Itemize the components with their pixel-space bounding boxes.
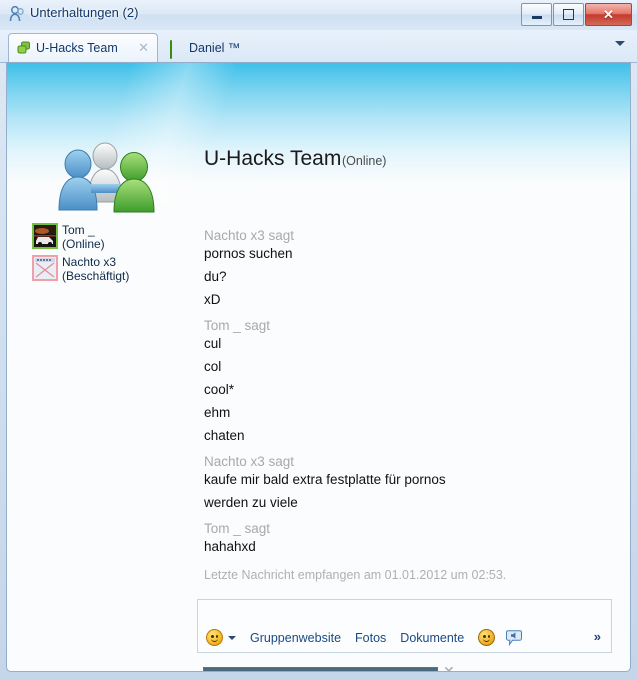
participant-display-name: Nachto x3: [62, 255, 117, 269]
message-text: werden zu viele: [204, 495, 298, 510]
smiley-icon[interactable]: [206, 629, 223, 646]
message-text: chaten: [204, 428, 245, 443]
advertisement-popup[interactable]: Linda eDarling Heute Linda ✕: [203, 667, 438, 672]
toolbar-row: Gruppenwebsite Fotos Dokumente: [206, 629, 523, 646]
restore-button[interactable]: [553, 3, 584, 26]
message-text: kaufe mir bald extra festplatte für porn…: [204, 472, 446, 487]
chevron-down-icon[interactable]: [615, 41, 625, 46]
message-list: Nachto x3 sagt pornos suchen du? xD Tom …: [204, 228, 614, 582]
shaking-emoticon-icon[interactable]: [478, 629, 496, 646]
message-author: Tom _ sagt: [204, 521, 271, 536]
avatar: [32, 255, 58, 281]
restore-icon: [554, 4, 583, 25]
tab-label: Daniel ™: [189, 40, 241, 55]
group-buddies-icon: [50, 140, 160, 215]
tab-label: U-Hacks Team: [36, 41, 118, 55]
participant-list: Tom _ (Online) Nachto x3 (Beschäftigt): [32, 223, 182, 287]
minimize-icon: [522, 4, 551, 25]
message-author: Tom _ sagt: [204, 318, 271, 333]
composer-toolbar: Gruppenwebsite Fotos Dokumente »: [197, 599, 612, 653]
message-author: Nachto x3 sagt: [204, 454, 295, 469]
participant-display-name: Tom _: [62, 223, 95, 237]
message-text: xD: [204, 292, 221, 307]
documents-button[interactable]: Dokumente: [400, 631, 464, 645]
minimize-button[interactable]: [521, 3, 552, 26]
participant-name: Tom _ (Online): [62, 223, 105, 251]
participant-status: (Beschäftigt): [62, 269, 130, 283]
avatar: [32, 223, 58, 249]
online-status-icon: [170, 39, 184, 59]
window-title: Unterhaltungen (2): [30, 5, 139, 20]
conversation-status: (Online): [342, 154, 387, 168]
message-text: ehm: [204, 405, 231, 420]
list-item[interactable]: Nachto x3 (Beschäftigt): [32, 255, 182, 283]
ad-header: Linda eDarling: [204, 668, 437, 672]
conversation-pane: U-Hacks Team (Online) Tom _ (Online) Nac…: [6, 62, 631, 672]
ad-brand-prefix: e: [384, 670, 391, 672]
chevron-down-icon[interactable]: [228, 635, 236, 640]
message-text: cool*: [204, 382, 235, 397]
participant-name: Nachto x3 (Beschäftigt): [62, 255, 129, 283]
message-text: hahahxd: [204, 539, 256, 554]
tab-close-icon[interactable]: ✕: [138, 40, 149, 56]
window-controls: ✕: [520, 3, 632, 26]
participant-status: (Online): [62, 237, 105, 251]
sound-bubble-icon[interactable]: [505, 629, 523, 646]
list-item[interactable]: Tom _ (Online): [32, 223, 182, 251]
title-bar: Unterhaltungen (2) ✕: [0, 0, 637, 31]
photos-button[interactable]: Fotos: [355, 631, 386, 645]
close-button[interactable]: ✕: [585, 3, 632, 26]
tab-u-hacks-team[interactable]: U-Hacks Team ✕: [8, 33, 158, 62]
ad-brand-text: Darling: [391, 670, 432, 672]
tab-strip: U-Hacks Team ✕ Daniel ™: [0, 30, 637, 63]
page-title: U-Hacks Team: [204, 147, 342, 170]
message-text: du?: [204, 269, 227, 284]
ad-brand-logo: eDarling: [384, 670, 432, 672]
close-icon: ✕: [603, 6, 614, 22]
tab-daniel[interactable]: Daniel ™: [162, 33, 302, 62]
message-text: pornos suchen: [204, 246, 293, 261]
ad-sender-name: Linda: [209, 670, 242, 672]
message-text: col: [204, 359, 222, 374]
messenger-window: Unterhaltungen (2) ✕ U-Hacks Team ✕ Dani…: [0, 0, 637, 679]
group-site-button[interactable]: Gruppenwebsite: [250, 631, 341, 645]
toolbar-overflow-button[interactable]: »: [594, 629, 601, 644]
ad-dismiss-icon[interactable]: ✕: [443, 663, 455, 671]
messenger-people-icon: [8, 5, 26, 23]
message-author: Nachto x3 sagt: [204, 228, 295, 243]
message-text: cul: [204, 336, 222, 351]
last-message-note: Letzte Nachricht empfangen am 01.01.2012…: [204, 568, 507, 582]
group-chat-icon: [17, 41, 31, 55]
